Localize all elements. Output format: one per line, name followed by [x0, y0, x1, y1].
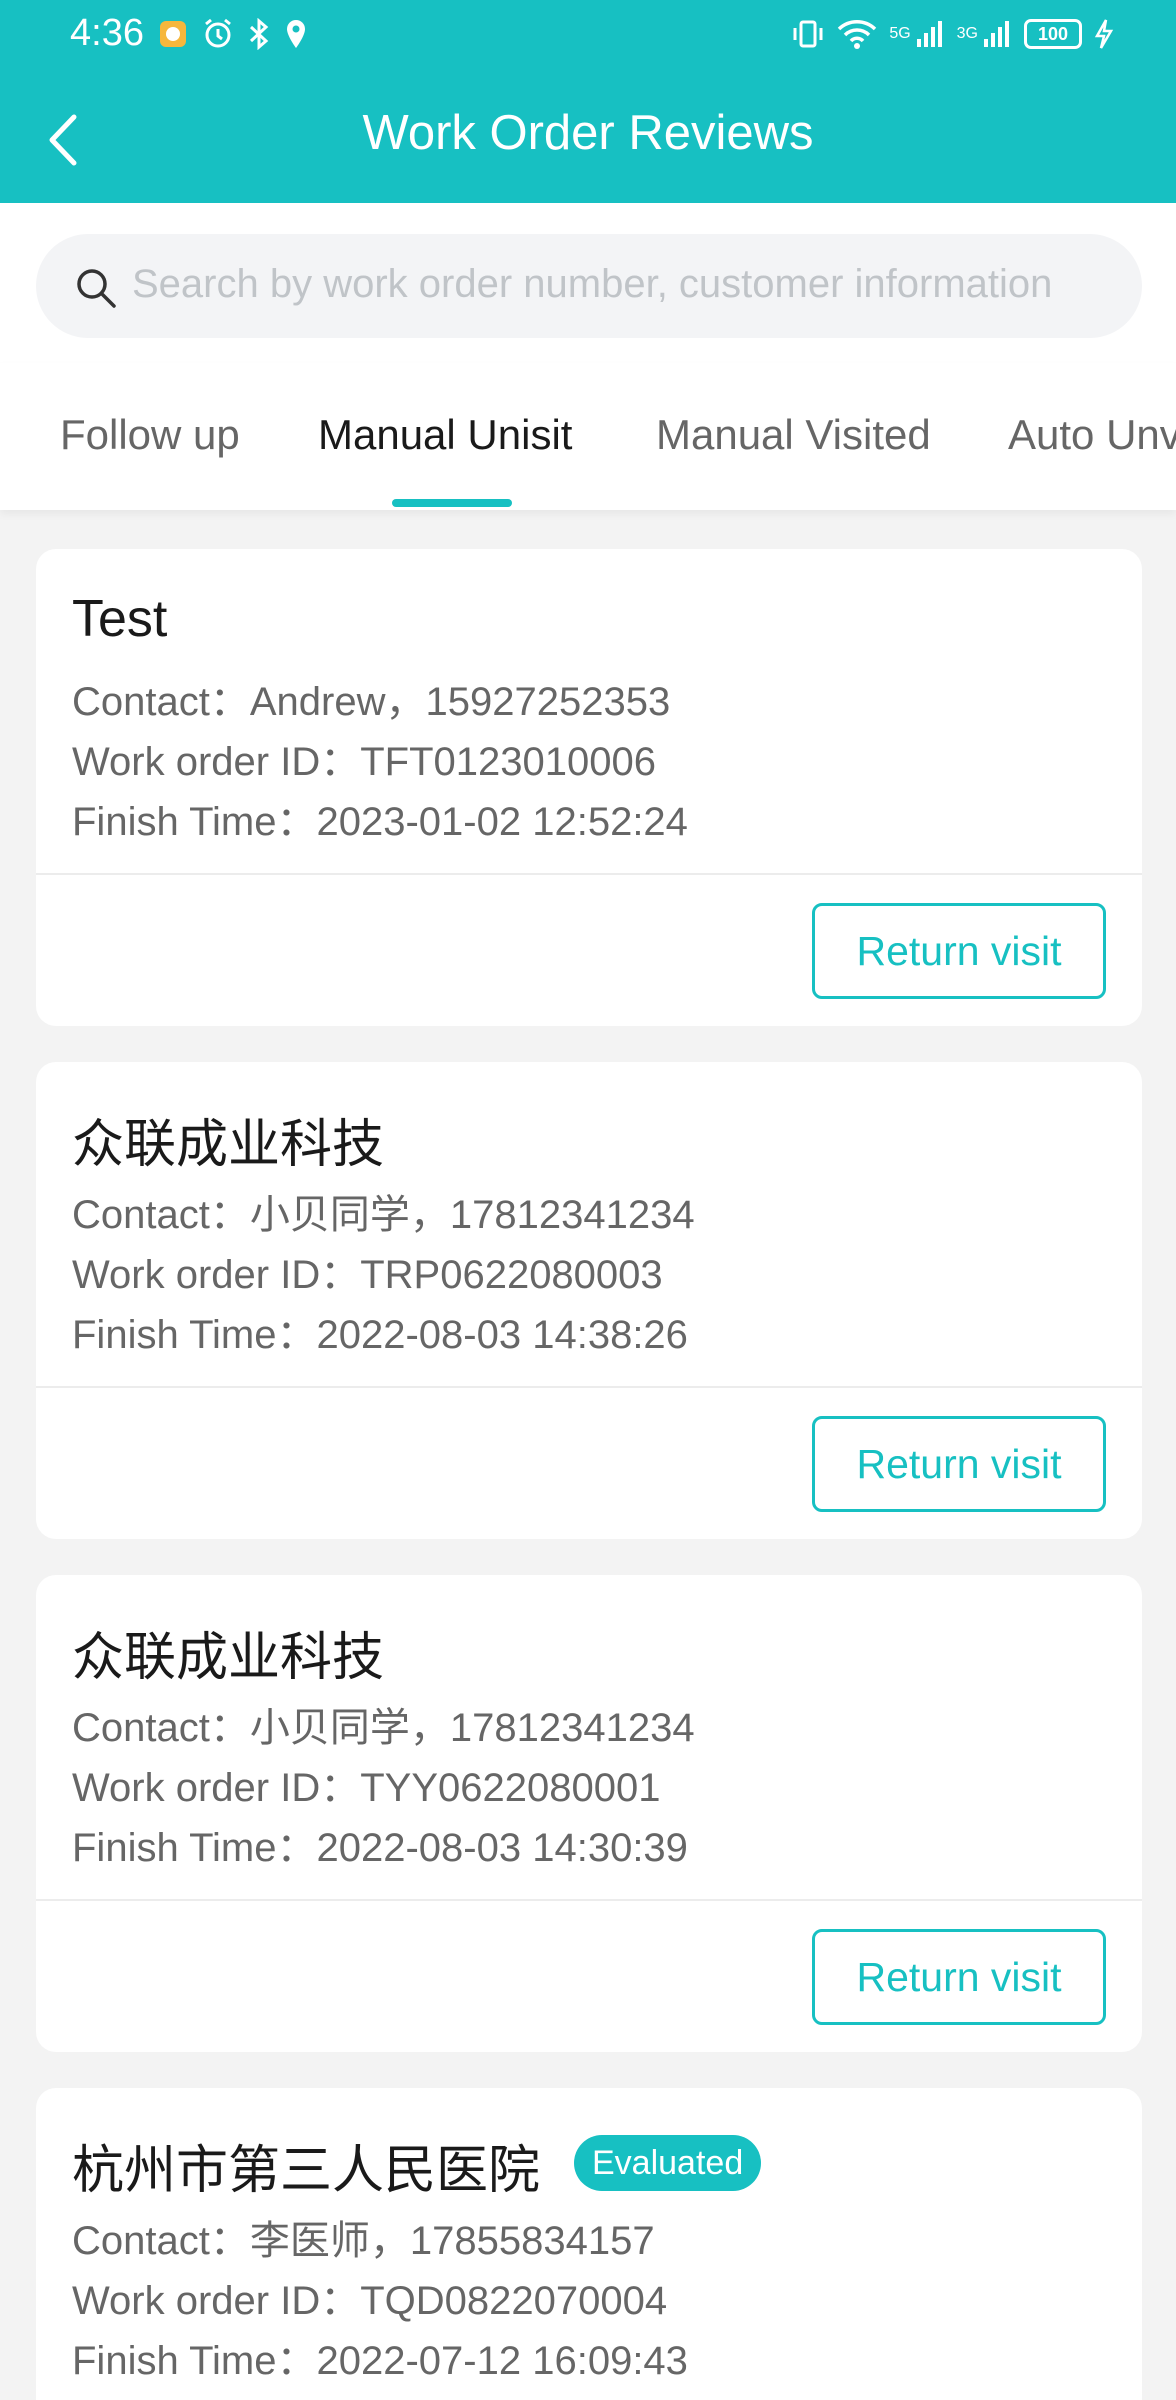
- search-icon: [77, 269, 116, 308]
- network-type-2: 3G: [956, 25, 978, 42]
- status-right-icons: 5G 3G 100: [791, 18, 1114, 50]
- work-order-id-value: TFT0123010006: [360, 740, 656, 784]
- tab-auto-unvisit[interactable]: Auto Unv: [1008, 411, 1176, 459]
- network-type-1: 5G: [889, 25, 911, 42]
- search-area: Search by work order number, customer in…: [0, 203, 1176, 363]
- contact-label: Contact：: [72, 1706, 250, 1750]
- signal-icon-2: [984, 21, 1009, 47]
- card-title: Test: [72, 590, 168, 648]
- status-time: 4:36: [70, 12, 144, 54]
- location-icon: [287, 20, 305, 48]
- contact-line: Contact：小贝同学，17812341234: [72, 1695, 695, 1753]
- work-order-id-label: Work order ID：: [72, 1253, 361, 1297]
- work-order-id-value: TQD0822070004: [360, 2279, 668, 2323]
- finish-time-line: Finish Time：2023-01-02 12:52:24: [72, 789, 688, 847]
- contact-value: 李医师，17855834157: [249, 2219, 655, 2263]
- contact-label: Contact：: [72, 680, 250, 724]
- search-input[interactable]: Search by work order number, customer in…: [36, 234, 1142, 338]
- app-header: 4:36 5G 3G 100 Work Order Reviews: [0, 0, 1176, 203]
- contact-line: Contact：小贝同学，17812341234: [72, 1182, 695, 1240]
- return-visit-button[interactable]: Return visit: [812, 1929, 1106, 2025]
- alarm-icon: [205, 18, 231, 48]
- app-notification-icon: [160, 21, 186, 47]
- work-order-id-line: Work order ID：TRP0622080003: [72, 1242, 663, 1300]
- card-title: 杭州市第三人民医院: [72, 2142, 541, 2200]
- finish-time-label: Finish Time：: [72, 2339, 317, 2383]
- contact-line: Contact：Andrew，15927252353: [72, 669, 670, 727]
- bluetooth-icon: [249, 18, 269, 50]
- card-title: 众联成业科技: [72, 1629, 385, 1687]
- finish-time-line: Finish Time：2022-08-03 14:30:39: [72, 1815, 688, 1873]
- search-placeholder: Search by work order number, customer in…: [132, 262, 1053, 306]
- finish-time-line: Finish Time：2022-08-03 14:38:26: [72, 1302, 688, 1360]
- finish-time-label: Finish Time：: [72, 800, 317, 844]
- card-title: 众联成业科技: [72, 1116, 385, 1174]
- work-order-id-line: Work order ID：TYY0622080001: [72, 1755, 660, 1813]
- work-order-card[interactable]: 众联成业科技 Contact：小贝同学，17812341234 Work ord…: [36, 1062, 1142, 1539]
- signal-icon: [916, 21, 942, 47]
- work-order-card[interactable]: Test Contact：Andrew，15927252353 Work ord…: [36, 549, 1142, 1026]
- finish-time-line: Finish Time：2022-07-12 16:09:43: [72, 2328, 688, 2386]
- contact-line: Contact：李医师，17855834157: [72, 2208, 655, 2266]
- finish-time-value: 2022-08-03 14:38:26: [316, 1313, 688, 1357]
- contact-value: Andrew，15927252353: [249, 680, 671, 724]
- contact-label: Contact：: [72, 1193, 250, 1237]
- page-title: Work Order Reviews: [362, 106, 814, 160]
- finish-time-value: 2022-07-12 16:09:43: [316, 2339, 688, 2383]
- battery-icon: 100: [1024, 19, 1082, 49]
- status-bar: 4:36 5G 3G 100: [0, 0, 1176, 70]
- contact-value: 小贝同学，17812341234: [249, 1706, 695, 1750]
- finish-time-value: 2023-01-02 12:52:24: [316, 800, 688, 844]
- work-order-id-label: Work order ID：: [72, 1766, 361, 1810]
- work-order-id-label: Work order ID：: [72, 2279, 361, 2323]
- return-visit-button[interactable]: Return visit: [812, 1416, 1106, 1512]
- finish-time-label: Finish Time：: [72, 1826, 317, 1870]
- work-order-card[interactable]: 杭州市第三人民医院 Evaluated Contact：李医师，17855834…: [36, 2088, 1142, 2400]
- contact-value: 小贝同学，17812341234: [249, 1193, 695, 1237]
- wifi-icon: [838, 20, 877, 49]
- evaluated-badge: Evaluated: [574, 2135, 762, 2191]
- card-divider: [36, 873, 1142, 875]
- charging-icon: [1094, 19, 1114, 49]
- work-order-id-value: TYY0622080001: [360, 1766, 661, 1810]
- vibrate-icon: [793, 20, 823, 48]
- tab-bar: Follow up Manual Unisit Manual Visited A…: [0, 363, 1176, 510]
- work-order-id-line: Work order ID：TFT0123010006: [72, 729, 656, 787]
- contact-label: Contact：: [72, 2219, 250, 2263]
- status-left-icons: [158, 18, 308, 50]
- tab-manual-unvisit[interactable]: Manual Unisit: [318, 411, 572, 459]
- work-order-id-value: TRP0622080003: [360, 1253, 663, 1297]
- finish-time-value: 2022-08-03 14:30:39: [316, 1826, 688, 1870]
- tab-follow-up[interactable]: Follow up: [60, 411, 240, 459]
- work-order-id-line: Work order ID：TQD0822070004: [72, 2268, 667, 2326]
- return-visit-button[interactable]: Return visit: [812, 903, 1106, 999]
- active-tab-indicator: [392, 499, 512, 507]
- work-order-card[interactable]: 众联成业科技 Contact：小贝同学，17812341234 Work ord…: [36, 1575, 1142, 2052]
- card-divider: [36, 1899, 1142, 1901]
- work-order-id-label: Work order ID：: [72, 740, 361, 784]
- card-divider: [36, 1386, 1142, 1388]
- finish-time-label: Finish Time：: [72, 1313, 317, 1357]
- tab-manual-visited[interactable]: Manual Visited: [656, 411, 931, 459]
